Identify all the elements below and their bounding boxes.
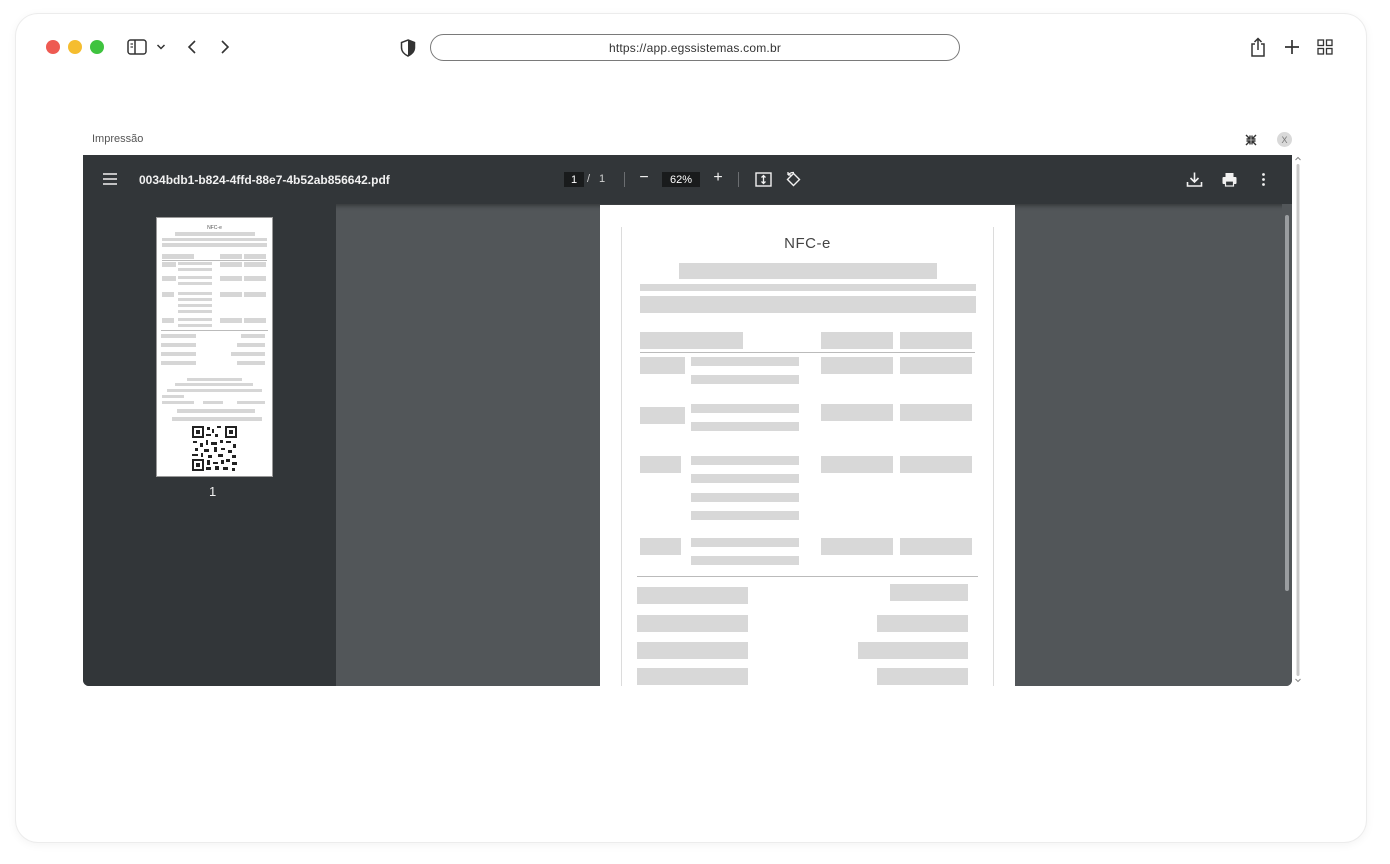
page-margin-line <box>621 227 622 686</box>
blurred-text <box>691 404 799 413</box>
blurred-text <box>821 357 893 374</box>
maximize-window-button[interactable] <box>90 40 104 54</box>
new-tab-icon[interactable] <box>1283 38 1301 56</box>
blurred-text <box>691 556 799 565</box>
toolbar-divider <box>624 172 625 187</box>
toolbar-divider <box>738 172 739 187</box>
shield-icon[interactable] <box>400 39 416 57</box>
blurred-text <box>640 296 976 313</box>
page-number-input[interactable]: 1 <box>564 172 584 187</box>
page-scrollbar-thumb[interactable] <box>1285 215 1289 591</box>
blurred-text <box>821 456 893 473</box>
blurred-text <box>691 357 799 366</box>
zoom-in-button[interactable]: + <box>711 169 725 189</box>
more-options-icon[interactable] <box>1255 171 1272 188</box>
blurred-text <box>640 538 681 555</box>
blurred-text <box>691 474 799 483</box>
browser-window: https://app.egssistemas.com.br Impressão… <box>16 14 1366 842</box>
minimize-window-button[interactable] <box>68 40 82 54</box>
blurred-text <box>640 357 685 374</box>
blurred-text <box>637 668 748 685</box>
blurred-text <box>821 404 893 421</box>
blurred-text <box>877 668 968 685</box>
blurred-text <box>637 615 748 632</box>
chevron-down-icon[interactable] <box>155 41 167 53</box>
document-title: NFC-e <box>784 235 831 252</box>
blurred-text <box>691 511 799 520</box>
blurred-text <box>691 456 799 465</box>
blurred-text <box>679 263 937 279</box>
print-icon[interactable] <box>1221 171 1238 188</box>
modal-close-button[interactable]: X <box>1277 132 1292 147</box>
share-icon[interactable] <box>1249 36 1267 58</box>
blurred-text <box>900 456 972 473</box>
zoom-out-button[interactable]: − <box>637 169 651 189</box>
blurred-text <box>858 642 968 659</box>
blurred-text <box>821 332 893 349</box>
blurred-text <box>877 615 968 632</box>
divider <box>640 352 975 353</box>
thumbnail-sidebar: NFC-e 1 <box>83 204 336 686</box>
rotate-icon[interactable] <box>785 171 802 188</box>
blurred-text <box>640 456 681 473</box>
download-icon[interactable] <box>1186 171 1203 188</box>
blurred-text <box>900 538 972 555</box>
pdf-page: NFC-e <box>600 205 1015 686</box>
pdf-viewer: 0034bdb1-b824-4ffd-88e7-4b52ab856642.pdf… <box>83 155 1292 686</box>
divider <box>637 576 978 577</box>
blurred-text <box>637 642 748 659</box>
blurred-text <box>691 493 799 502</box>
address-bar[interactable]: https://app.egssistemas.com.br <box>430 34 960 61</box>
back-arrow-icon[interactable] <box>185 38 199 56</box>
page-separator: / <box>587 173 591 185</box>
menu-icon[interactable] <box>103 172 117 186</box>
blurred-text <box>640 407 685 424</box>
collapse-icon[interactable] <box>1243 132 1259 148</box>
page-total: 1 <box>599 173 606 185</box>
blurred-text <box>691 375 799 384</box>
forward-arrow-icon[interactable] <box>218 38 232 56</box>
blurred-text <box>900 332 972 349</box>
blurred-text <box>640 284 976 291</box>
pdf-toolbar: 0034bdb1-b824-4ffd-88e7-4b52ab856642.pdf… <box>83 155 1292 204</box>
blurred-text <box>821 538 893 555</box>
tab-overview-icon[interactable] <box>1317 39 1333 55</box>
page-thumbnail[interactable]: NFC-e <box>157 218 272 476</box>
zoom-input[interactable]: 62% <box>662 172 700 187</box>
blurred-text <box>637 587 748 604</box>
modal-scrollbar[interactable] <box>1294 155 1302 686</box>
page-margin-line <box>993 227 994 686</box>
sidebar-icon[interactable] <box>127 38 147 56</box>
close-window-button[interactable] <box>46 40 60 54</box>
blurred-text <box>900 404 972 421</box>
pdf-file-name: 0034bdb1-b824-4ffd-88e7-4b52ab856642.pdf <box>139 173 390 187</box>
blurred-text <box>890 584 968 601</box>
blurred-text <box>691 538 799 547</box>
blurred-text <box>900 357 972 374</box>
fit-page-icon[interactable] <box>755 171 772 188</box>
thumbnail-page-number: 1 <box>209 484 217 499</box>
url-text: https://app.egssistemas.com.br <box>608 40 782 55</box>
blurred-text <box>691 422 799 431</box>
modal-title: Impressão <box>92 133 144 145</box>
blurred-text <box>640 332 743 349</box>
svg-text:NFC-e: NFC-e <box>207 225 222 231</box>
